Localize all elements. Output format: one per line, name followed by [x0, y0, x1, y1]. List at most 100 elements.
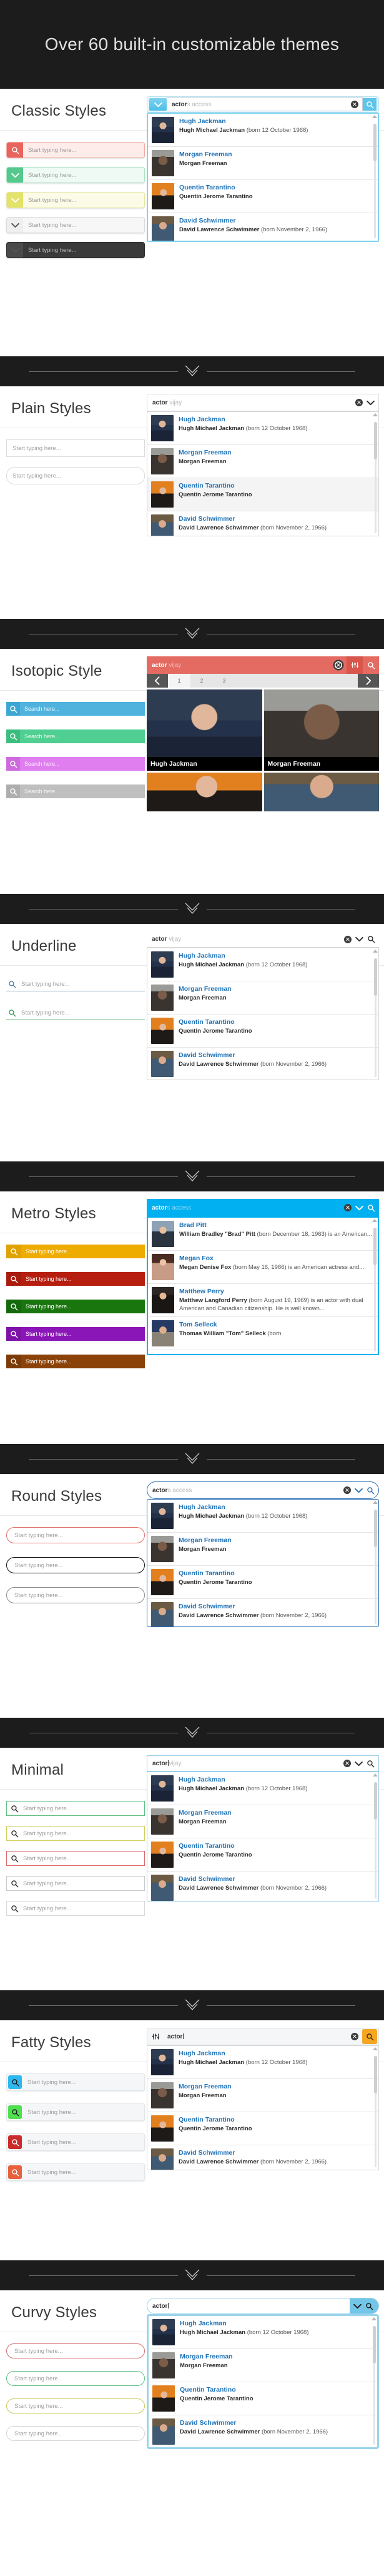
- isotopic-card[interactable]: [263, 773, 379, 811]
- search-results-dropdown[interactable]: Hugh Jackman Hugh Michael Jackman (born …: [147, 113, 379, 242]
- search-results-dropdown[interactable]: Hugh Jackman Hugh Michael Jackman (born …: [147, 411, 379, 536]
- result-item[interactable]: Hugh Jackman Hugh Michael Jackman (born …: [147, 412, 378, 445]
- curvy-variant-2[interactable]: Start typing here...: [6, 2398, 145, 2417]
- result-item[interactable]: Morgan Freeman Morgan Freeman: [149, 2349, 377, 2382]
- classic-variant-0[interactable]: Start typing here...: [6, 142, 145, 158]
- metro-search-bar[interactable]: actors access: [147, 1199, 379, 1216]
- result-item[interactable]: Morgan Freeman Morgan Freeman: [147, 1805, 378, 1838]
- results-pager[interactable]: 123: [147, 674, 379, 688]
- magnifier-icon[interactable]: [7, 1805, 22, 1813]
- isotopic-variant-2[interactable]: Search here...: [6, 757, 145, 776]
- result-item[interactable]: Morgan Freeman Morgan Freeman: [147, 2079, 378, 2112]
- pager-prev[interactable]: [147, 674, 168, 688]
- result-name[interactable]: Morgan Freeman: [179, 151, 374, 158]
- search-input[interactable]: actors access: [167, 98, 363, 111]
- clear-circle-icon[interactable]: [355, 399, 363, 406]
- result-name[interactable]: Morgan Freeman: [180, 2353, 373, 2360]
- pager-next[interactable]: [358, 674, 379, 688]
- result-name[interactable]: Morgan Freeman: [179, 1536, 375, 1544]
- scrollbar-thumb[interactable]: [374, 1510, 377, 1547]
- result-item[interactable]: Morgan Freeman Morgan Freeman: [148, 147, 378, 180]
- scroll-up-arrow-icon[interactable]: [373, 950, 378, 953]
- isotopic-variant-1[interactable]: Search here...: [6, 729, 145, 748]
- scrollbar-thumb[interactable]: [374, 422, 377, 459]
- result-name[interactable]: Hugh Jackman: [179, 416, 375, 423]
- result-name[interactable]: Matthew Perry: [179, 1288, 374, 1295]
- result-item[interactable]: Quentin Tarantino Quentin Jerome Taranti…: [147, 2112, 378, 2145]
- result-item[interactable]: Quentin Tarantino Quentin Jerome Taranti…: [148, 180, 378, 213]
- minimal-variant-4[interactable]: Start typing here...: [6, 1901, 145, 1917]
- result-name[interactable]: Hugh Jackman: [179, 118, 374, 125]
- results-scrollbar[interactable]: [373, 413, 378, 533]
- clear-button[interactable]: [330, 656, 347, 674]
- result-item[interactable]: Megan Fox Megan Denise Fox (born May 16,…: [148, 1251, 378, 1284]
- scroll-up-arrow-icon[interactable]: [373, 413, 378, 416]
- classic-variant-4[interactable]: Start typing here...: [6, 242, 145, 258]
- result-name[interactable]: Megan Fox: [179, 1255, 374, 1262]
- magnifier-icon[interactable]: [6, 1009, 17, 1017]
- scrollbar-thumb[interactable]: [373, 124, 377, 161]
- scrollbar-thumb[interactable]: [374, 958, 377, 996]
- scroll-up-arrow-icon[interactable]: [373, 1501, 378, 1504]
- minimal-variant-0[interactable]: Start typing here...: [6, 1801, 145, 1817]
- classic-search-bar[interactable]: actors access: [147, 96, 379, 113]
- magnifier-icon[interactable]: [6, 784, 20, 798]
- magnifier-icon[interactable]: [6, 702, 20, 716]
- clear-circle-icon[interactable]: [343, 1760, 351, 1767]
- fatty-variant-1[interactable]: Start typing here...: [6, 2103, 145, 2125]
- result-item[interactable]: Hugh Jackman Hugh Michael Jackman (born …: [148, 114, 378, 147]
- result-name[interactable]: David Schwimmer: [179, 515, 375, 523]
- result-item[interactable]: Morgan Freeman Morgan Freeman: [147, 1533, 378, 1566]
- magnifier-icon[interactable]: [8, 2165, 22, 2179]
- metro-variant-2[interactable]: Start typing here...: [6, 1300, 145, 1318]
- scrollbar-thumb[interactable]: [373, 1228, 377, 1265]
- chevron-down-icon[interactable]: [7, 193, 23, 208]
- result-item[interactable]: David Schwimmer David Lawrence Schwimmer…: [147, 1048, 378, 1080]
- magnifier-icon[interactable]: [8, 2075, 22, 2089]
- minimal-search-bar[interactable]: actor vijay: [147, 1755, 379, 1772]
- minimal-variant-1[interactable]: Start typing here...: [6, 1826, 145, 1842]
- result-item[interactable]: Morgan Freeman Morgan Freeman: [147, 445, 378, 478]
- scroll-up-arrow-icon[interactable]: [372, 1219, 377, 1222]
- result-item[interactable]: Quentin Tarantino Quentin Jerome Taranti…: [149, 2382, 377, 2415]
- curvy-variant-0[interactable]: Start typing here...: [6, 2343, 145, 2362]
- result-item[interactable]: Hugh Jackman Hugh Michael Jackman (born …: [149, 2316, 377, 2349]
- isotopic-card[interactable]: [147, 773, 262, 811]
- underline-variant-0[interactable]: Start typing here...: [6, 977, 145, 997]
- pager-page-3[interactable]: 3: [213, 674, 235, 688]
- underline-search-bar[interactable]: actor vijay: [147, 931, 379, 948]
- classic-variant-2[interactable]: Start typing here...: [6, 192, 145, 208]
- magnifier-icon[interactable]: [7, 1855, 22, 1863]
- result-item[interactable]: David Schwimmer David Lawrence Schwimmer…: [147, 511, 378, 536]
- search-results-dropdown[interactable]: Hugh Jackman Hugh Michael Jackman (born …: [147, 2314, 379, 2449]
- isotopic-variant-3[interactable]: Search here...: [6, 784, 145, 803]
- round-search-bar[interactable]: actors access: [147, 1481, 379, 1499]
- scroll-up-arrow-icon[interactable]: [372, 115, 377, 118]
- result-name[interactable]: Hugh Jackman: [179, 2050, 375, 2057]
- result-name[interactable]: Quentin Tarantino: [179, 482, 375, 489]
- result-item[interactable]: Quentin Tarantino Quentin Jerome Taranti…: [147, 1838, 378, 1872]
- results-scrollbar[interactable]: [373, 1773, 378, 1898]
- fatty-variant-0[interactable]: Start typing here...: [6, 2073, 145, 2095]
- fatty-variant-3[interactable]: Start typing here...: [6, 2163, 145, 2185]
- result-item[interactable]: Quentin Tarantino Quentin Jerome Taranti…: [147, 1015, 378, 1048]
- result-name[interactable]: Quentin Tarantino: [179, 2116, 375, 2123]
- fatty-variant-2[interactable]: Start typing here...: [6, 2133, 145, 2155]
- result-item[interactable]: Matthew Perry Matthew Langford Perry (bo…: [148, 1284, 378, 1317]
- search-button[interactable]: [363, 656, 379, 674]
- result-name[interactable]: David Schwimmer: [179, 217, 374, 224]
- isotopic-variant-0[interactable]: Search here...: [6, 702, 145, 721]
- clear-circle-icon[interactable]: [351, 101, 358, 108]
- filter-button[interactable]: [347, 656, 363, 674]
- results-scrollbar[interactable]: [373, 1501, 378, 1624]
- minimal-variant-2[interactable]: Start typing here...: [6, 1851, 145, 1867]
- plain-search-bar[interactable]: actor vijay: [147, 394, 379, 411]
- result-name[interactable]: Quentin Tarantino: [179, 184, 374, 191]
- result-name[interactable]: David Schwimmer: [179, 2149, 375, 2157]
- scroll-up-arrow-icon[interactable]: [373, 2047, 378, 2050]
- results-scrollbar[interactable]: [373, 2047, 378, 2167]
- magnifier-icon[interactable]: [7, 1905, 22, 1913]
- magnifier-icon[interactable]: [8, 2135, 22, 2149]
- clear-circle-icon[interactable]: [344, 1204, 352, 1211]
- search-results-dropdown[interactable]: Hugh Jackman Hugh Michael Jackman (born …: [147, 1772, 379, 1902]
